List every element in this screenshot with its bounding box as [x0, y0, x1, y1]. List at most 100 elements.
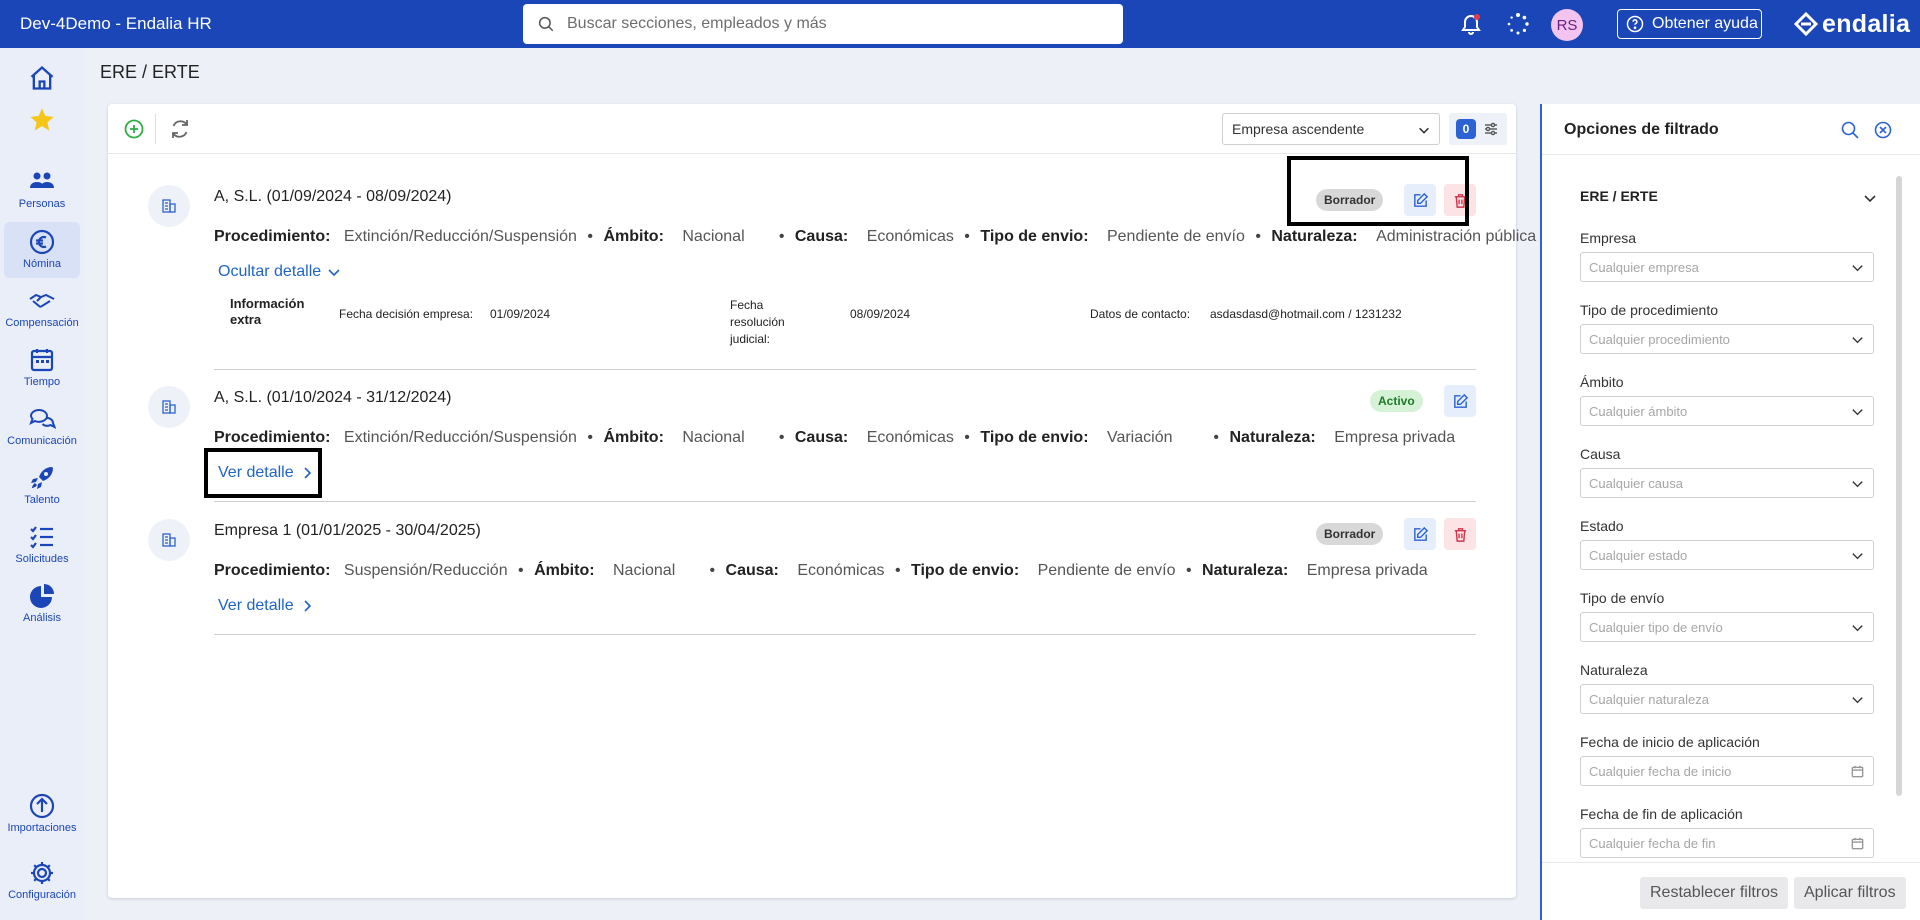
- procedimiento-value: Suspensión/Reducción: [343, 562, 508, 579]
- tipo-envio-value: Pendiente de envío: [1037, 562, 1176, 579]
- status-badge: Activo: [1370, 390, 1423, 412]
- record-avatar: [148, 386, 190, 428]
- chat-icon: [29, 409, 56, 429]
- edit-button[interactable]: [1404, 518, 1436, 550]
- calendar-icon: [1851, 837, 1864, 850]
- filter-select[interactable]: [1580, 468, 1874, 498]
- record-title: Empresa 1 (01/01/2025 - 30/04/2025): [214, 522, 481, 539]
- sidebar-item-nomina[interactable]: Nómina: [4, 222, 80, 278]
- filter-select[interactable]: [1580, 540, 1874, 570]
- filter-input[interactable]: [1589, 475, 1839, 491]
- ambito-value: Nacional: [613, 562, 676, 579]
- chevron-down-icon[interactable]: [1862, 190, 1878, 206]
- filter-input[interactable]: [1589, 619, 1839, 635]
- field-label: Procedimiento:: [214, 228, 331, 245]
- toggle-detail-link[interactable]: Ver detalle: [218, 597, 314, 615]
- sidebar-item-favorites[interactable]: [4, 100, 80, 140]
- filter-panel-divider: [1542, 154, 1920, 155]
- field-label: Ámbito:: [534, 562, 595, 579]
- search-icon[interactable]: [1840, 120, 1860, 140]
- scrollbar[interactable]: [1896, 176, 1902, 796]
- sidebar-item-configuracion[interactable]: Configuración: [4, 853, 80, 909]
- filter-panel-title: Opciones de filtrado: [1564, 121, 1719, 138]
- global-search[interactable]: [523, 4, 1123, 44]
- filter-input[interactable]: [1589, 331, 1839, 347]
- sidebar-item-home[interactable]: [4, 58, 80, 98]
- filter-input[interactable]: [1589, 835, 1839, 851]
- separator-dot: •: [778, 228, 785, 245]
- rocket-icon: [31, 467, 53, 489]
- record-divider: [214, 634, 1476, 635]
- field-label: Tipo de envio:: [980, 228, 1089, 245]
- field-label: Causa:: [794, 228, 849, 245]
- filter-input[interactable]: [1589, 259, 1839, 275]
- refresh-icon[interactable]: [168, 117, 192, 141]
- sidebar-item-tiempo[interactable]: Tiempo: [4, 340, 80, 396]
- sidebar-item-analisis[interactable]: Análisis: [4, 576, 80, 632]
- chevron-down-icon: [1852, 481, 1863, 488]
- separator-dot: •: [709, 562, 716, 579]
- close-icon[interactable]: [1873, 120, 1893, 140]
- filter-input[interactable]: [1589, 763, 1839, 779]
- sidebar-item-importaciones[interactable]: Importaciones: [4, 786, 80, 842]
- causa-value: Económicas: [866, 228, 954, 245]
- fecha-decision-value: 01/09/2024: [490, 307, 551, 321]
- sidebar: Personas Nómina Compensación Tiempo Comu…: [0, 48, 84, 920]
- pie-chart-icon: [30, 584, 54, 608]
- upload-icon: [29, 793, 55, 819]
- sort-select[interactable]: Empresa ascendente: [1222, 113, 1440, 145]
- filter-date-field[interactable]: [1580, 828, 1874, 858]
- help-button[interactable]: Obtener ayuda: [1617, 9, 1762, 39]
- record-avatar: [148, 185, 190, 227]
- filter-select[interactable]: [1580, 252, 1874, 282]
- filter-input[interactable]: [1589, 403, 1839, 419]
- add-icon[interactable]: [122, 117, 146, 141]
- chevron-down-icon: [1852, 553, 1863, 560]
- sidebar-item-talento[interactable]: Talento: [4, 458, 80, 514]
- notification-bell-icon[interactable]: [1459, 12, 1483, 36]
- delete-button[interactable]: [1444, 518, 1476, 550]
- edit-button[interactable]: [1444, 385, 1476, 417]
- sidebar-item-solicitudes[interactable]: Solicitudes: [4, 517, 80, 573]
- extra-info-title: Información extra: [230, 296, 305, 327]
- filter-select[interactable]: [1580, 612, 1874, 642]
- filter-section-title[interactable]: ERE / ERTE: [1580, 188, 1658, 204]
- sidebar-item-label: Solicitudes: [15, 553, 69, 565]
- edit-icon: [1453, 393, 1468, 408]
- edit-icon: [1413, 526, 1428, 541]
- ambito-value: Nacional: [682, 429, 745, 446]
- filter-select[interactable]: [1580, 396, 1874, 426]
- toggle-detail-link[interactable]: Ocultar detalle: [218, 263, 341, 281]
- page-title: ERE / ERTE: [100, 62, 200, 82]
- field-label: Ámbito:: [603, 228, 664, 245]
- sidebar-item-compensacion[interactable]: Compensación: [4, 281, 80, 337]
- filter-date-field[interactable]: [1580, 756, 1874, 786]
- sidebar-item-personas[interactable]: Personas: [4, 162, 80, 218]
- chevron-down-icon: [1852, 625, 1863, 632]
- filter-input[interactable]: [1589, 547, 1839, 563]
- building-icon: [162, 199, 176, 213]
- loading-spinner-icon[interactable]: [1506, 12, 1530, 36]
- user-avatar[interactable]: RS: [1551, 9, 1583, 41]
- apply-filters-button[interactable]: Aplicar filtros: [1794, 877, 1906, 909]
- naturaleza-value: Administración pública: [1376, 228, 1537, 245]
- top-bar: Dev-4Demo - Endalia HR RS Obtener ayuda …: [0, 0, 1920, 48]
- filter-input[interactable]: [1589, 691, 1839, 707]
- search-input[interactable]: [567, 15, 1107, 33]
- card-toolbar: Empresa ascendente 0: [108, 104, 1516, 154]
- sidebar-item-label: Compensación: [5, 317, 79, 329]
- sidebar-item-comunicacion[interactable]: Comunicación: [4, 399, 80, 455]
- toggle-detail-label: Ocultar detalle: [218, 263, 322, 280]
- filter-select[interactable]: [1580, 324, 1874, 354]
- filter-toggle-button[interactable]: 0: [1449, 113, 1507, 145]
- filter-label: Tipo de envío: [1580, 590, 1665, 606]
- separator-dot: •: [1213, 429, 1220, 446]
- filter-label: Fecha de fin de aplicación: [1580, 806, 1743, 822]
- naturaleza-value: Empresa privada: [1334, 429, 1456, 446]
- filter-select[interactable]: [1580, 684, 1874, 714]
- filter-label: Ámbito: [1580, 374, 1624, 390]
- reset-filters-button[interactable]: Restablecer filtros: [1640, 877, 1789, 909]
- chevron-right-icon: [304, 600, 311, 612]
- causa-value: Económicas: [797, 562, 885, 579]
- field-label: Ámbito:: [603, 429, 664, 446]
